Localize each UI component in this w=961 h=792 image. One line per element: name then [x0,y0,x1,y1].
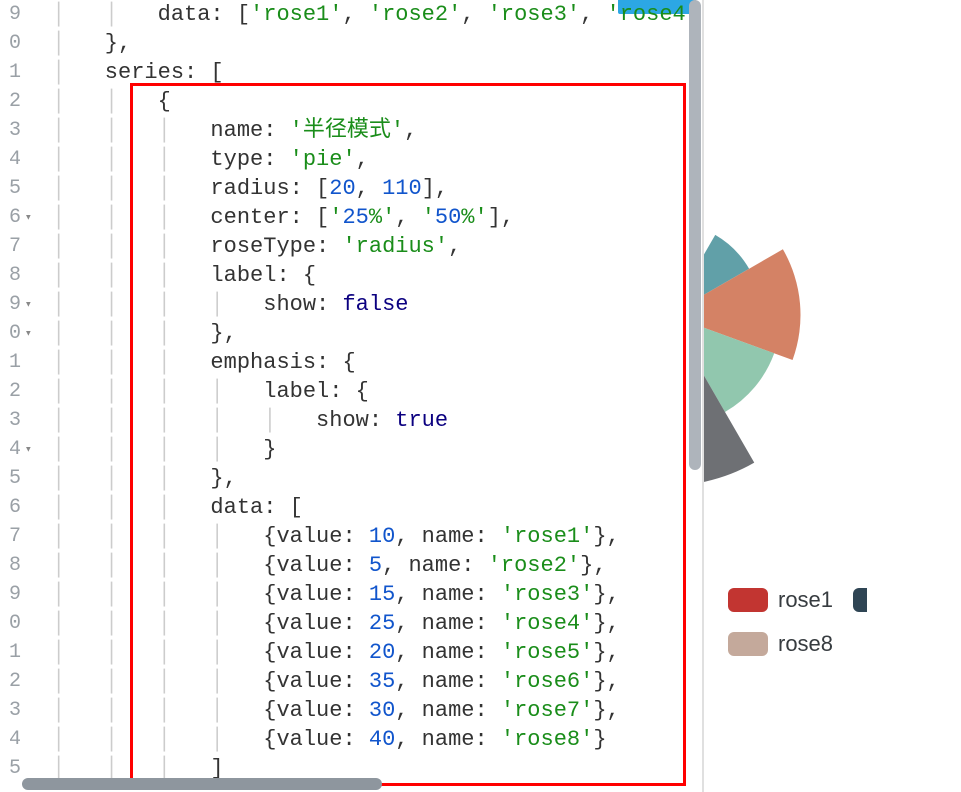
code-line[interactable]: │ │ │ │ {value: 40, name: 'rose8'} [52,725,702,754]
line-number: 1 [0,58,21,87]
rose-pie-chart [704,0,961,792]
scrollbar-thumb-horizontal[interactable] [22,778,382,790]
line-number: 0▾ [0,319,21,348]
code-line[interactable]: │ │ │ │ {value: 10, name: 'rose1'}, [52,522,702,551]
line-number-gutter: 90123456▾789▾0▾1234▾56789012345 [0,0,24,792]
code-line[interactable]: │ }, [52,29,702,58]
line-number: 7 [0,232,21,261]
code-line[interactable]: │ │ │ }, [52,464,702,493]
line-number: 8 [0,261,21,290]
legend-row: rose1 [728,587,867,613]
line-number: 2 [0,377,21,406]
legend-swatch [728,588,768,612]
code-line[interactable]: │ │ │ │ {value: 20, name: 'rose5'}, [52,638,702,667]
code-line[interactable]: │ │ │ center: ['25%', '50%'], [52,203,702,232]
code-line[interactable]: │ │ │ │ {value: 25, name: 'rose4'}, [52,609,702,638]
scrollbar-thumb-vertical[interactable] [689,0,701,470]
code-line[interactable]: │ │ │ }, [52,319,702,348]
code-line[interactable]: │ │ │ roseType: 'radius', [52,232,702,261]
line-number: 2 [0,87,21,116]
code-line[interactable]: │ │ │ label: { [52,261,702,290]
code-line[interactable]: │ series: [ [52,58,702,87]
line-number: 1 [0,348,21,377]
legend-item[interactable]: rose8 [728,631,833,657]
code-line[interactable]: │ │ │ │ label: { [52,377,702,406]
line-number: 1 [0,638,21,667]
code-line[interactable]: │ │ │ │ {value: 15, name: 'rose3'}, [52,580,702,609]
line-number: 3 [0,116,21,145]
line-number: 4 [0,725,21,754]
line-number: 5 [0,174,21,203]
editor-scrollbar-horizontal[interactable] [22,778,382,792]
legend-item[interactable] [853,588,867,612]
editor-body[interactable]: 90123456▾789▾0▾1234▾56789012345 │ │ data… [0,0,702,792]
line-number: 0 [0,29,21,58]
code-line[interactable]: │ │ │ data: [ [52,493,702,522]
line-number: 5 [0,754,21,783]
line-number: 9 [0,0,21,29]
line-number: 2 [0,667,21,696]
chart-legend: rose1 rose8 [728,587,867,657]
line-number: 6 [0,493,21,522]
line-number: 4▾ [0,435,21,464]
code-line[interactable]: │ │ │ │ │ show: true [52,406,702,435]
code-line[interactable]: │ │ │ │ {value: 35, name: 'rose6'}, [52,667,702,696]
code-area[interactable]: │ │ data: ['rose1', 'rose2', 'rose3', 'r… [24,0,702,792]
line-number: 7 [0,522,21,551]
legend-label: rose8 [778,631,833,657]
code-line[interactable]: │ │ │ │ {value: 5, name: 'rose2'}, [52,551,702,580]
line-number: 9 [0,580,21,609]
code-line[interactable]: │ │ │ name: '半径模式', [52,116,702,145]
legend-row: rose8 [728,631,867,657]
code-line[interactable]: │ │ │ │ } [52,435,702,464]
code-line[interactable]: │ │ data: ['rose1', 'rose2', 'rose3', 'r… [52,0,702,29]
line-number: 4 [0,145,21,174]
line-number: 6▾ [0,203,21,232]
legend-swatch [853,588,867,612]
legend-label: rose1 [778,587,833,613]
app-root: 90123456▾789▾0▾1234▾56789012345 │ │ data… [0,0,961,792]
code-editor-panel: 90123456▾789▾0▾1234▾56789012345 │ │ data… [0,0,704,792]
chart-preview-panel: rose1 rose8 [704,0,961,792]
code-line[interactable]: │ │ │ radius: [20, 110], [52,174,702,203]
code-line[interactable]: │ │ │ │ show: false [52,290,702,319]
code-line[interactable]: │ │ │ │ {value: 30, name: 'rose7'}, [52,696,702,725]
code-line[interactable]: │ │ │ type: 'pie', [52,145,702,174]
line-number: 3 [0,406,21,435]
legend-item[interactable]: rose1 [728,587,833,613]
code-line[interactable]: │ │ │ emphasis: { [52,348,702,377]
code-line[interactable]: │ │ { [52,87,702,116]
line-number: 0 [0,609,21,638]
line-number: 3 [0,696,21,725]
editor-scrollbar-vertical[interactable] [688,0,702,470]
line-number: 9▾ [0,290,21,319]
line-number: 5 [0,464,21,493]
legend-swatch [728,632,768,656]
line-number: 8 [0,551,21,580]
